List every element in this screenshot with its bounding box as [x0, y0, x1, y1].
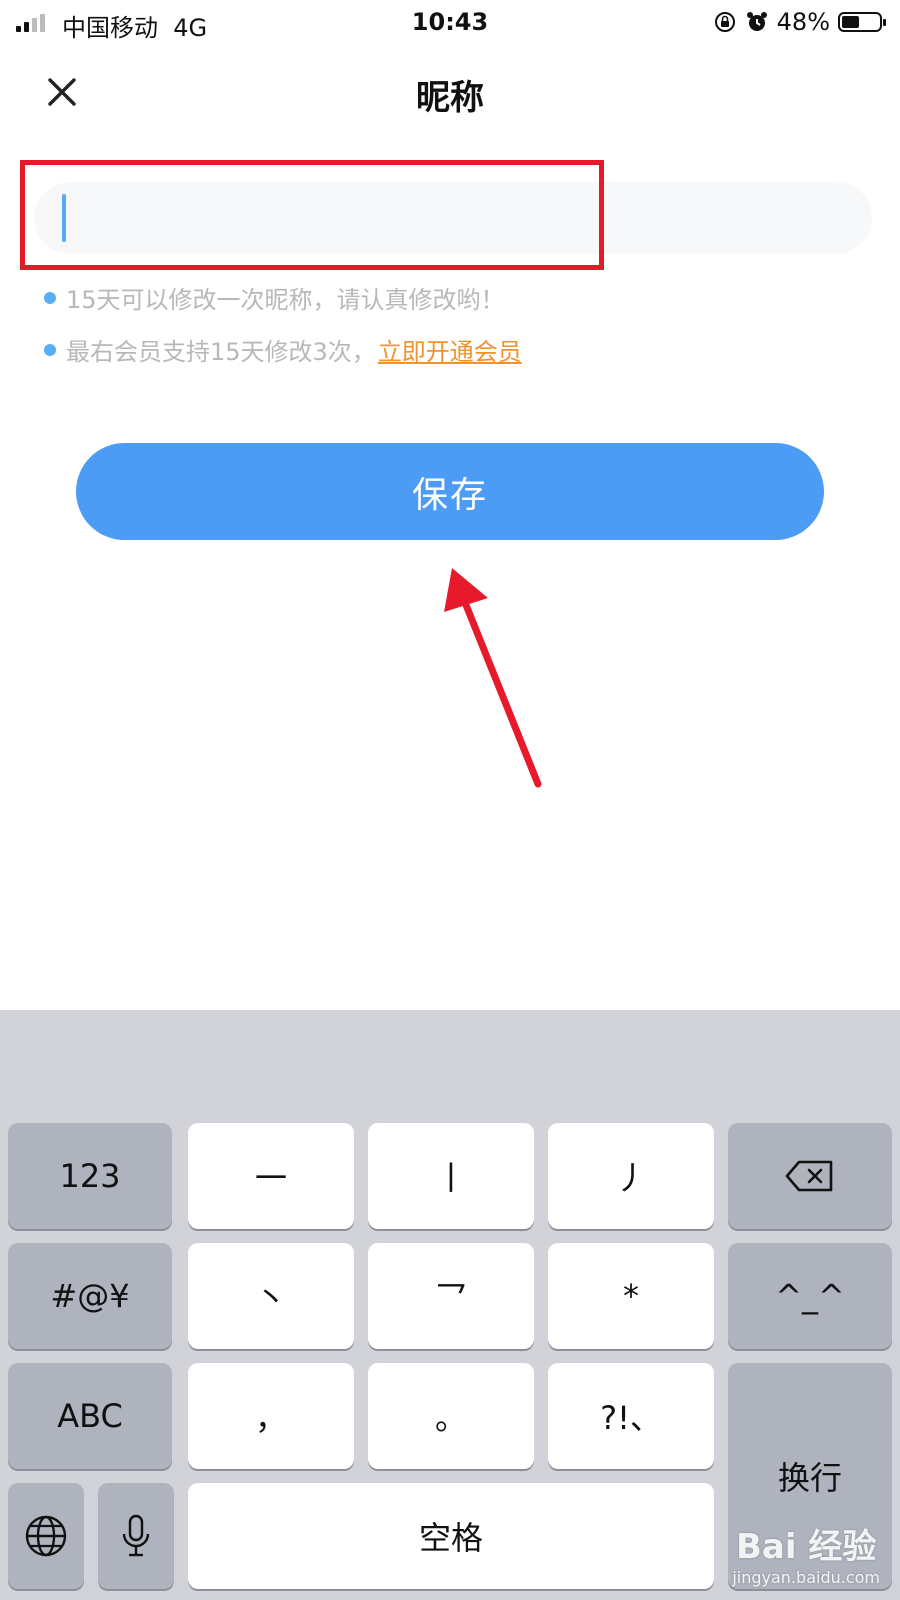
key-stroke-heng[interactable]: 一 — [188, 1123, 354, 1229]
bullet-dot — [44, 343, 56, 356]
backspace-icon — [785, 1160, 833, 1192]
page-title: 昵称 — [416, 78, 484, 118]
status-right: 48% — [713, 8, 886, 36]
key-stroke-pie[interactable]: 丿 — [548, 1123, 714, 1229]
battery-icon — [838, 12, 886, 32]
globe-key[interactable] — [8, 1483, 84, 1589]
watermark-brand: Bai 经验 — [735, 1527, 877, 1567]
delete-key[interactable] — [728, 1123, 892, 1229]
tip-line-2: 最右会员支持15天修改3次， 立即开通会员 — [44, 332, 522, 367]
save-button[interactable]: 保存 — [76, 443, 824, 540]
globe-icon — [25, 1515, 67, 1557]
key-comma[interactable]: ， — [188, 1363, 354, 1469]
key-symbols[interactable]: #@¥ — [8, 1243, 172, 1349]
annotation-highlight-box — [20, 160, 604, 270]
key-stroke-dian[interactable]: 丶 — [188, 1243, 354, 1349]
key-stroke-shu[interactable]: 丨 — [368, 1123, 534, 1229]
space-key[interactable]: 空格 — [188, 1483, 714, 1589]
watermark-url: jingyan.baidu.com — [732, 1568, 880, 1587]
tip-text-1: 15天可以修改一次昵称，请认真修改哟！ — [66, 286, 505, 314]
battery-percent: 48% — [776, 8, 830, 36]
watermark: Bai 经验 jingyan.baidu.com — [732, 1530, 880, 1586]
status-bar: 中国移动 4G 10:43 48% — [0, 0, 900, 46]
key-emoticon[interactable]: ^_^ — [728, 1243, 892, 1349]
mic-key[interactable] — [98, 1483, 174, 1589]
rotation-lock-icon — [714, 12, 735, 32]
key-123[interactable]: 123 — [8, 1123, 172, 1229]
microphone-icon — [122, 1514, 150, 1557]
tip-line-1: 15天可以修改一次昵称，请认真修改哟！ — [44, 280, 505, 315]
bullet-dot — [44, 291, 56, 304]
keyboard: 123 一 丨 丿 #@¥ 丶 乛 * ^_^ ABC ， 。 ?!、 换行 空… — [0, 1010, 900, 1600]
key-wildcard[interactable]: * — [548, 1243, 714, 1349]
open-membership-link[interactable]: 立即开通会员 — [378, 332, 522, 367]
key-period[interactable]: 。 — [368, 1363, 534, 1469]
key-punctuation[interactable]: ?!、 — [548, 1363, 714, 1469]
nav-bar: 昵称 — [0, 60, 900, 122]
tip-text-2: 最右会员支持15天修改3次， — [66, 338, 376, 366]
key-abc[interactable]: ABC — [8, 1363, 172, 1469]
alarm-icon — [746, 12, 767, 31]
key-stroke-zhe[interactable]: 乛 — [368, 1243, 534, 1349]
